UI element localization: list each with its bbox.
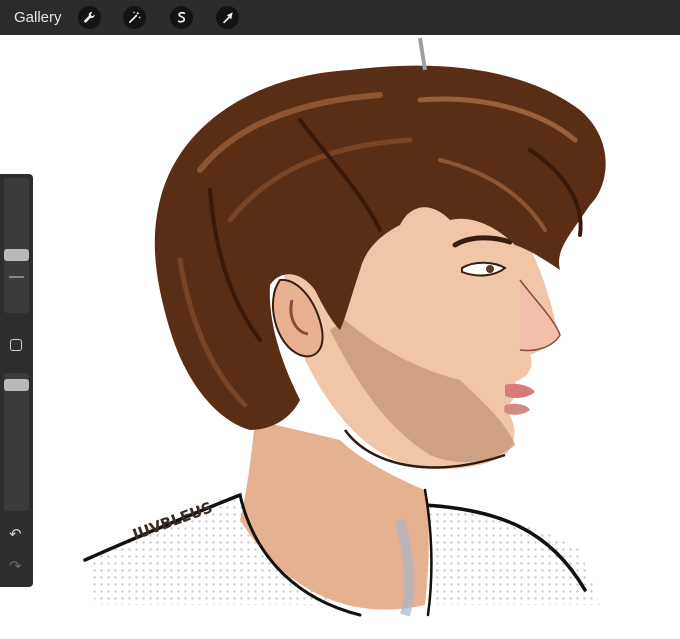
transform-arrow-icon xyxy=(223,12,233,24)
selection-button[interactable] xyxy=(170,6,193,29)
drawing-canvas[interactable]: IUVBLEUS xyxy=(0,35,680,639)
gallery-button[interactable]: Gallery xyxy=(14,9,62,26)
opacity-slider[interactable] xyxy=(4,373,29,511)
magic-wand-icon xyxy=(128,11,141,24)
actions-button[interactable] xyxy=(78,6,101,29)
transform-button[interactable] xyxy=(216,6,239,29)
wrench-icon xyxy=(84,12,95,23)
adjustments-button[interactable] xyxy=(123,6,146,29)
undo-button[interactable]: ↶ xyxy=(9,525,22,543)
slider-tick xyxy=(9,276,24,278)
top-toolbar: Gallery xyxy=(0,0,680,35)
opacity-thumb[interactable] xyxy=(4,379,29,391)
brush-size-slider[interactable] xyxy=(4,178,29,313)
modify-button[interactable] xyxy=(10,339,22,351)
portrait-artwork: IUVBLEUS xyxy=(83,37,606,617)
redo-icon: ↷ xyxy=(9,557,22,575)
brush-size-thumb[interactable] xyxy=(4,249,29,261)
left-sidebar: ↶ ↷ xyxy=(0,174,33,587)
selection-s-icon xyxy=(177,11,186,23)
undo-icon: ↶ xyxy=(9,525,22,543)
redo-button[interactable]: ↷ xyxy=(9,557,22,575)
